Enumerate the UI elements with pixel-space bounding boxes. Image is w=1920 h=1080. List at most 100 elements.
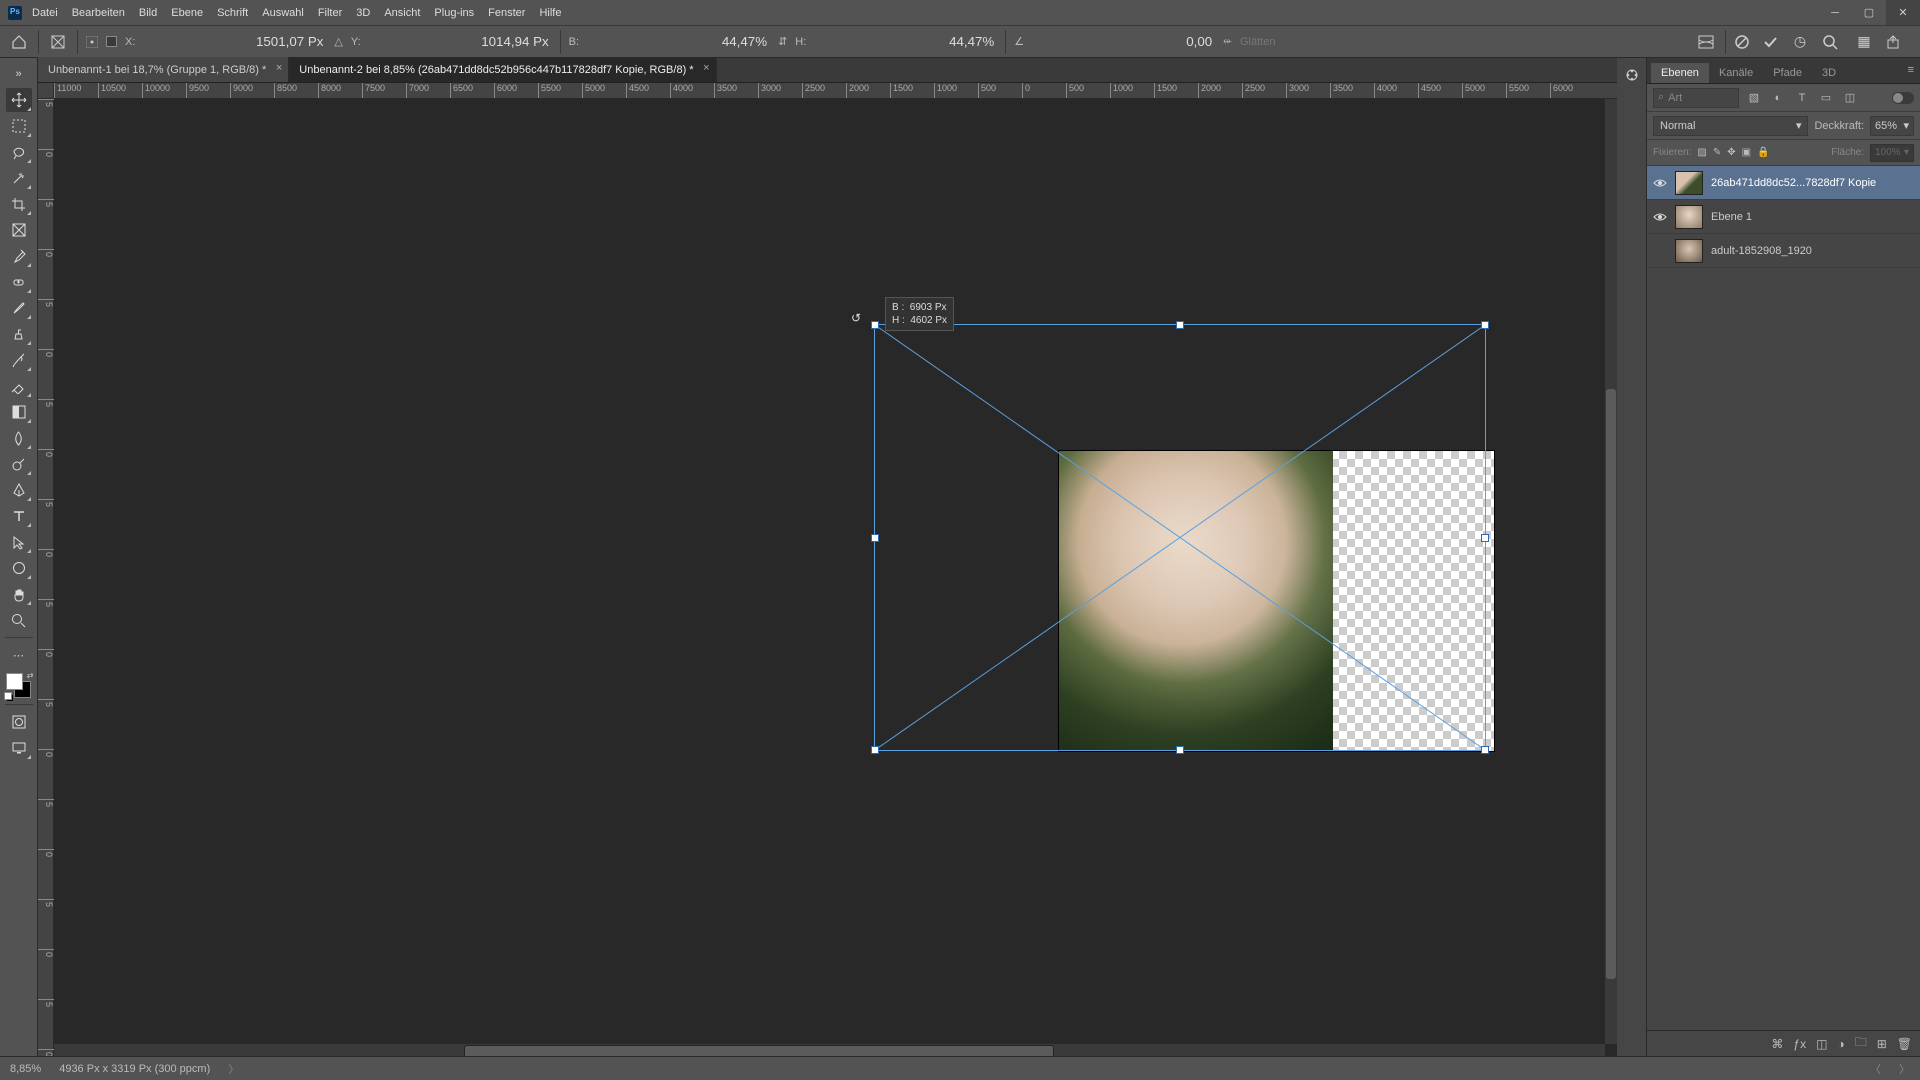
layer-filter-search[interactable]: ⌕ Art [1653,88,1739,108]
layer-visibility-icon[interactable] [1653,244,1667,258]
menu-bearbeiten[interactable]: Bearbeiten [72,7,125,19]
link-layers-icon[interactable]: ⌘ [1771,1037,1783,1051]
crop-tool[interactable] [6,192,32,216]
clone-stamp-tool[interactable] [6,322,32,346]
window-close-button[interactable]: ✕ [1886,0,1920,25]
foreground-background-colors[interactable]: ⇄ [6,673,32,699]
blend-mode-select[interactable]: Normal▾ [1653,116,1808,136]
screen-mode-button[interactable] [6,736,32,760]
horizontal-scrollbar[interactable] [54,1044,1605,1056]
transform-handle-bottom-mid[interactable] [1176,746,1184,754]
healing-brush-tool[interactable] [6,270,32,294]
layer-row[interactable]: 26ab471dd8dc52...7828df7 Kopie [1647,166,1920,200]
tab-ebenen[interactable]: Ebenen [1651,63,1709,83]
layer-thumbnail[interactable] [1675,205,1703,229]
history-brush-tool[interactable] [6,348,32,372]
transform-handle-top-mid[interactable] [1176,321,1184,329]
magic-wand-tool[interactable] [6,166,32,190]
warp-mode-button[interactable] [1697,34,1717,50]
menu-auswahl[interactable]: Auswahl [262,7,304,19]
link-aspect-icon[interactable]: ⇵ [778,35,787,48]
layer-name-label[interactable]: 26ab471dd8dc52...7828df7 Kopie [1711,177,1914,189]
lock-artboard-icon[interactable]: ▣ [1742,147,1751,158]
layer-row[interactable]: adult-1852908_1920 [1647,234,1920,268]
panel-menu-icon[interactable]: ≡ [1908,64,1914,76]
menu-bild[interactable]: Bild [139,7,157,19]
transform-handle-top-left[interactable] [871,321,879,329]
zoom-level[interactable]: 8,85% [10,1063,41,1075]
dodge-tool[interactable] [6,452,32,476]
lock-transparency-icon[interactable]: ▨ [1697,147,1706,158]
fill-input[interactable]: 100%▾ [1870,144,1914,162]
blur-tool[interactable] [6,426,32,450]
menu-hilfe[interactable]: Hilfe [539,7,561,19]
vertical-ruler[interactable]: 50505050505050505050 [38,99,54,1056]
timeline-arrow-left-icon[interactable]: 〈 [1870,1061,1881,1077]
workspace-icon[interactable]: ▦ [1854,33,1874,50]
type-tool[interactable] [6,504,32,528]
frame-tool[interactable] [6,218,32,242]
layer-mask-icon[interactable]: ◫ [1816,1037,1827,1051]
lock-all-icon[interactable]: 🔒 [1757,147,1769,158]
document-tab[interactable]: Unbenannt-1 bei 18,7% (Gruppe 1, RGB/8) … [38,57,289,82]
reference-point-toggle[interactable] [86,36,98,48]
horizontal-ruler[interactable]: 1100010500100009500900085008000750070006… [54,83,1617,99]
lock-position-icon[interactable]: ✥ [1727,147,1735,158]
transform-handle-bottom-left[interactable] [871,746,879,754]
document-tab[interactable]: Unbenannt-2 bei 8,85% (26ab471dd8dc52b95… [289,57,716,82]
cloud-docs-icon[interactable]: ◷ [1790,33,1810,50]
tab-3d[interactable]: 3D [1812,63,1846,83]
menu-datei[interactable]: Datei [32,7,58,19]
width-input[interactable] [587,33,770,50]
menu-filter[interactable]: Filter [318,7,342,19]
home-button[interactable] [8,32,30,52]
quick-mask-button[interactable] [6,710,32,734]
window-minimize-button[interactable]: ─ [1818,0,1852,25]
tab-kanale[interactable]: Kanäle [1709,63,1763,83]
swap-colors-icon[interactable]: ⇄ [27,671,34,680]
height-input[interactable] [814,33,997,50]
close-tab-icon[interactable]: × [703,62,709,74]
eyedropper-tool[interactable] [6,244,32,268]
document-info[interactable]: 4936 Px x 3319 Px (300 ppcm) [59,1063,210,1075]
layer-thumbnail[interactable] [1675,239,1703,263]
layer-style-icon[interactable]: ƒx [1793,1037,1806,1051]
brush-tool[interactable] [6,296,32,320]
window-maximize-button[interactable]: ▢ [1852,0,1886,25]
transform-handle-mid-right[interactable] [1481,534,1489,542]
cancel-transform-button[interactable] [1734,34,1754,50]
close-tab-icon[interactable]: × [276,62,282,74]
layer-thumbnail[interactable] [1675,171,1703,195]
filter-pixel-icon[interactable]: ▧ [1745,89,1763,107]
transform-preset-button[interactable] [47,32,69,52]
pen-tool[interactable] [6,478,32,502]
x-input[interactable] [143,33,326,50]
status-info-arrow-icon[interactable]: 〉 [228,1061,239,1077]
layer-name-label[interactable]: adult-1852908_1920 [1711,245,1914,257]
transform-handle-mid-left[interactable] [871,534,879,542]
eraser-tool[interactable] [6,374,32,398]
layer-name-label[interactable]: Ebene 1 [1711,211,1914,223]
transform-handle-top-right[interactable] [1481,321,1489,329]
color-panel-icon[interactable] [1623,66,1641,84]
search-icon[interactable] [1822,34,1842,50]
menu-fenster[interactable]: Fenster [488,7,525,19]
hand-tool[interactable] [6,582,32,606]
filter-shape-icon[interactable]: ▭ [1817,89,1835,107]
commit-transform-button[interactable] [1762,34,1782,50]
menu-ansicht[interactable]: Ansicht [384,7,420,19]
zoom-tool[interactable] [6,608,32,632]
layer-visibility-icon[interactable] [1653,176,1667,190]
share-icon[interactable] [1886,35,1906,49]
ruler-origin[interactable] [38,83,54,99]
new-group-icon[interactable]: 🗀 [1855,1033,1867,1054]
move-tool[interactable] [6,88,32,112]
delete-layer-icon[interactable]: 🗑 [1897,1037,1912,1051]
lasso-tool[interactable] [6,140,32,164]
default-colors-icon[interactable] [4,692,13,701]
menu-3d[interactable]: 3D [356,7,370,19]
filter-type-icon[interactable]: T [1793,89,1811,107]
vertical-scrollbar[interactable] [1605,99,1617,1044]
gradient-tool[interactable] [6,400,32,424]
foreground-color-swatch[interactable] [6,673,23,690]
